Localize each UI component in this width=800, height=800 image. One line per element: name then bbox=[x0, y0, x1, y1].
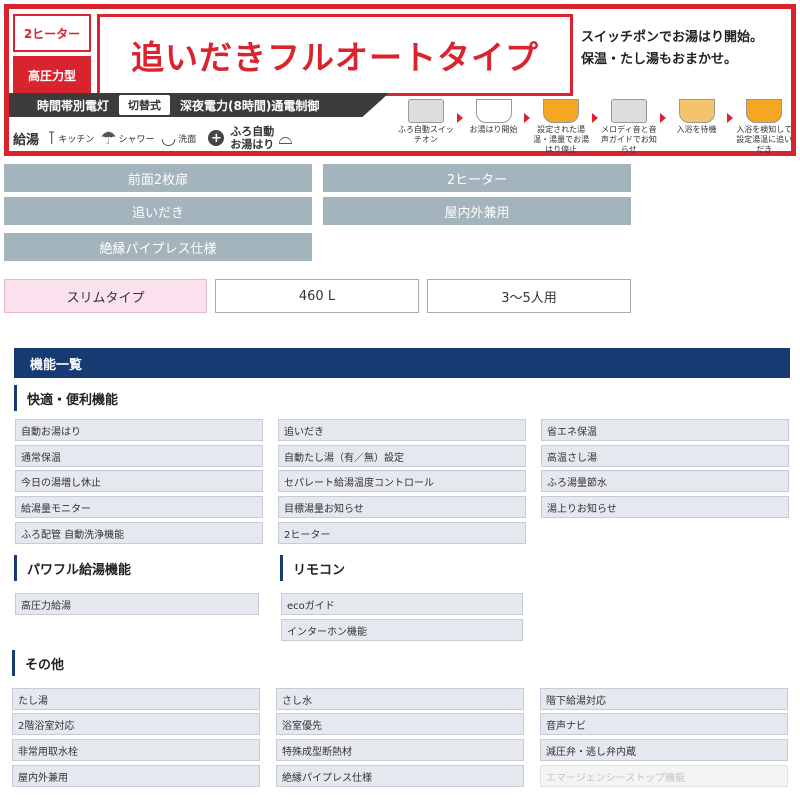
feature-chip: 非常用取水栓 bbox=[12, 739, 260, 761]
strip-switch-badge: 切替式 bbox=[119, 95, 171, 115]
spec-type: スリムタイプ bbox=[4, 279, 207, 313]
tagline-line-1: スイッチポンでお湯はり開始。 bbox=[581, 30, 764, 45]
feature-chip: 2ヒーター bbox=[278, 522, 526, 544]
feature-chip: 目標湯量お知らせ bbox=[278, 496, 526, 518]
spec-front-doors: 前面2枚扉 bbox=[4, 164, 312, 192]
plus-icon: + bbox=[208, 130, 225, 146]
step-label: お湯はり開始 bbox=[469, 125, 518, 134]
section-comfort: 快適・便利機能 bbox=[14, 385, 264, 411]
step-label: 設定された湯温・湯量でお湯はり停止 bbox=[533, 125, 590, 154]
feature-chip: 屋内外兼用 bbox=[12, 765, 260, 787]
feature-chip: ふろ配管 自動洗浄機能 bbox=[15, 522, 263, 544]
supply-label: 給湯 bbox=[13, 132, 40, 148]
feature-chip: 省エネ保温 bbox=[541, 419, 789, 441]
feature-chip: 今日の湯増し休止 bbox=[15, 470, 263, 492]
supply-wash: 洗面 bbox=[178, 134, 197, 145]
step-1: ふろ自動スイッチオン bbox=[395, 99, 457, 151]
strip-right: 深夜電力(8時間)通電制御 bbox=[180, 98, 320, 113]
supply-auto-line-2: お湯はり bbox=[230, 138, 275, 151]
feature-chip: ふろ湯量節水 bbox=[541, 470, 789, 492]
spec-2heater: 2ヒーター bbox=[323, 164, 631, 192]
section-remote: リモコン bbox=[280, 555, 530, 581]
tub-reheat-icon bbox=[746, 99, 783, 123]
step-4: メロディ音と音声ガイドでお知らせ bbox=[598, 99, 660, 154]
feature-chip: 給湯量モニター bbox=[15, 496, 263, 518]
feature-chip: 自動たし湯（有／無）設定 bbox=[278, 445, 526, 467]
feature-chip: セパレート給湯温度コントロール bbox=[278, 470, 526, 492]
feature-chip: 追いだき bbox=[278, 419, 526, 441]
feature-chip: 自動お湯はり bbox=[15, 419, 263, 441]
step-5: 入浴を待機 bbox=[666, 99, 728, 151]
banner-title-box: 追いだきフルオートタイプ bbox=[97, 14, 573, 96]
feature-chip: 減圧弁・逃し弁内蔵 bbox=[540, 739, 788, 761]
supply-auto-line-1: ふろ自動 bbox=[230, 125, 275, 138]
tub-standby-icon bbox=[678, 99, 715, 123]
banner-title: 追いだきフルオートタイプ bbox=[100, 17, 570, 93]
feature-chip: 湯上りお知らせ bbox=[541, 496, 789, 518]
speaker-remote-icon bbox=[610, 99, 647, 123]
step-label: ふろ自動スイッチオン bbox=[397, 125, 454, 144]
tag-high-pressure: 高圧力型 bbox=[13, 56, 91, 94]
step-label: 入浴を検知して設定湯温に追いだき bbox=[736, 125, 793, 154]
faucet-icon: ⊺ bbox=[47, 127, 57, 149]
step-label: メロディ音と音声ガイドでお知らせ bbox=[600, 125, 657, 154]
bathtub-icon: ⌓ bbox=[278, 127, 293, 149]
feature-chip: 音声ナビ bbox=[540, 713, 788, 735]
features-header: 機能一覧 bbox=[14, 348, 790, 378]
feature-chip: 特殊成型断熱材 bbox=[276, 739, 524, 761]
step-2: お湯はり開始 bbox=[463, 99, 525, 151]
step-3: 設定された湯温・湯量でお湯はり停止 bbox=[530, 99, 592, 154]
tub-stop-icon bbox=[543, 99, 580, 123]
feature-chip-disabled: エマージェンシーストップ機能 bbox=[540, 765, 788, 787]
tag-2heater: 2ヒーター bbox=[13, 14, 91, 52]
spec-indoor-outdoor: 屋内外兼用 bbox=[323, 197, 631, 225]
banner-inner: 2ヒーター 高圧力型 追いだきフルオートタイプ スイッチポンでお湯はり開始。 保… bbox=[9, 9, 793, 154]
tagline-line-2: 保温・たし湯もおまかせ。 bbox=[581, 52, 738, 67]
shower-icon: ☂ bbox=[100, 127, 117, 149]
banner-tagline: スイッチポンでお湯はり開始。 保温・たし湯もおまかせ。 bbox=[581, 27, 793, 71]
remote-icon bbox=[407, 99, 444, 123]
supply-kitchen: キッチン bbox=[58, 134, 95, 145]
spec-reheat: 追いだき bbox=[4, 197, 312, 225]
feature-chip: 2階浴室対応 bbox=[12, 713, 260, 735]
feature-chip: 浴室優先 bbox=[276, 713, 524, 735]
feature-chip: たし湯 bbox=[12, 688, 260, 710]
power-strip: 時間帯別電灯 切替式 深夜電力(8時間)通電制御 bbox=[9, 93, 389, 117]
spec-capacity: 460 L bbox=[215, 279, 419, 313]
feature-chip: 階下給湯対応 bbox=[540, 688, 788, 710]
supply-auto: ふろ自動 お湯はり bbox=[230, 125, 274, 151]
feature-chip: 高温さし湯 bbox=[541, 445, 789, 467]
banner-tags: 2ヒーター 高圧力型 bbox=[13, 14, 91, 94]
feature-chip: 通常保温 bbox=[15, 445, 263, 467]
feature-chip: インターホン機能 bbox=[281, 619, 523, 641]
supply-row: 給湯 ⊺ キッチン ☂ シャワー ◡ 洗面 + ふろ自動 お湯はり ⌓ bbox=[13, 121, 383, 155]
section-other: その他 bbox=[12, 650, 262, 676]
auto-fill-steps: ふろ自動スイッチオン お湯はり開始 設定された湯温・湯量でお湯はり停止 メロディ… bbox=[395, 99, 795, 154]
tub-filling-icon bbox=[475, 99, 512, 123]
sink-icon: ◡ bbox=[160, 127, 177, 149]
product-banner: 2ヒーター 高圧力型 追いだきフルオートタイプ スイッチポンでお湯はり開始。 保… bbox=[4, 4, 796, 156]
supply-shower: シャワー bbox=[118, 134, 155, 145]
feature-chip: 高圧力給湯 bbox=[15, 593, 259, 615]
step-label: 入浴を待機 bbox=[676, 125, 717, 134]
section-power: パワフル給湯機能 bbox=[14, 555, 264, 581]
strip-left: 時間帯別電灯 bbox=[37, 98, 110, 113]
spec-pipeless: 絶縁パイプレス仕様 bbox=[4, 233, 312, 261]
feature-chip: ecoガイド bbox=[281, 593, 523, 615]
spec-persons: 3〜5人用 bbox=[427, 279, 631, 313]
step-6: 入浴を検知して設定湯温に追いだき bbox=[733, 99, 795, 154]
feature-chip: 絶縁パイプレス仕様 bbox=[276, 765, 524, 787]
feature-chip: さし水 bbox=[276, 688, 524, 710]
